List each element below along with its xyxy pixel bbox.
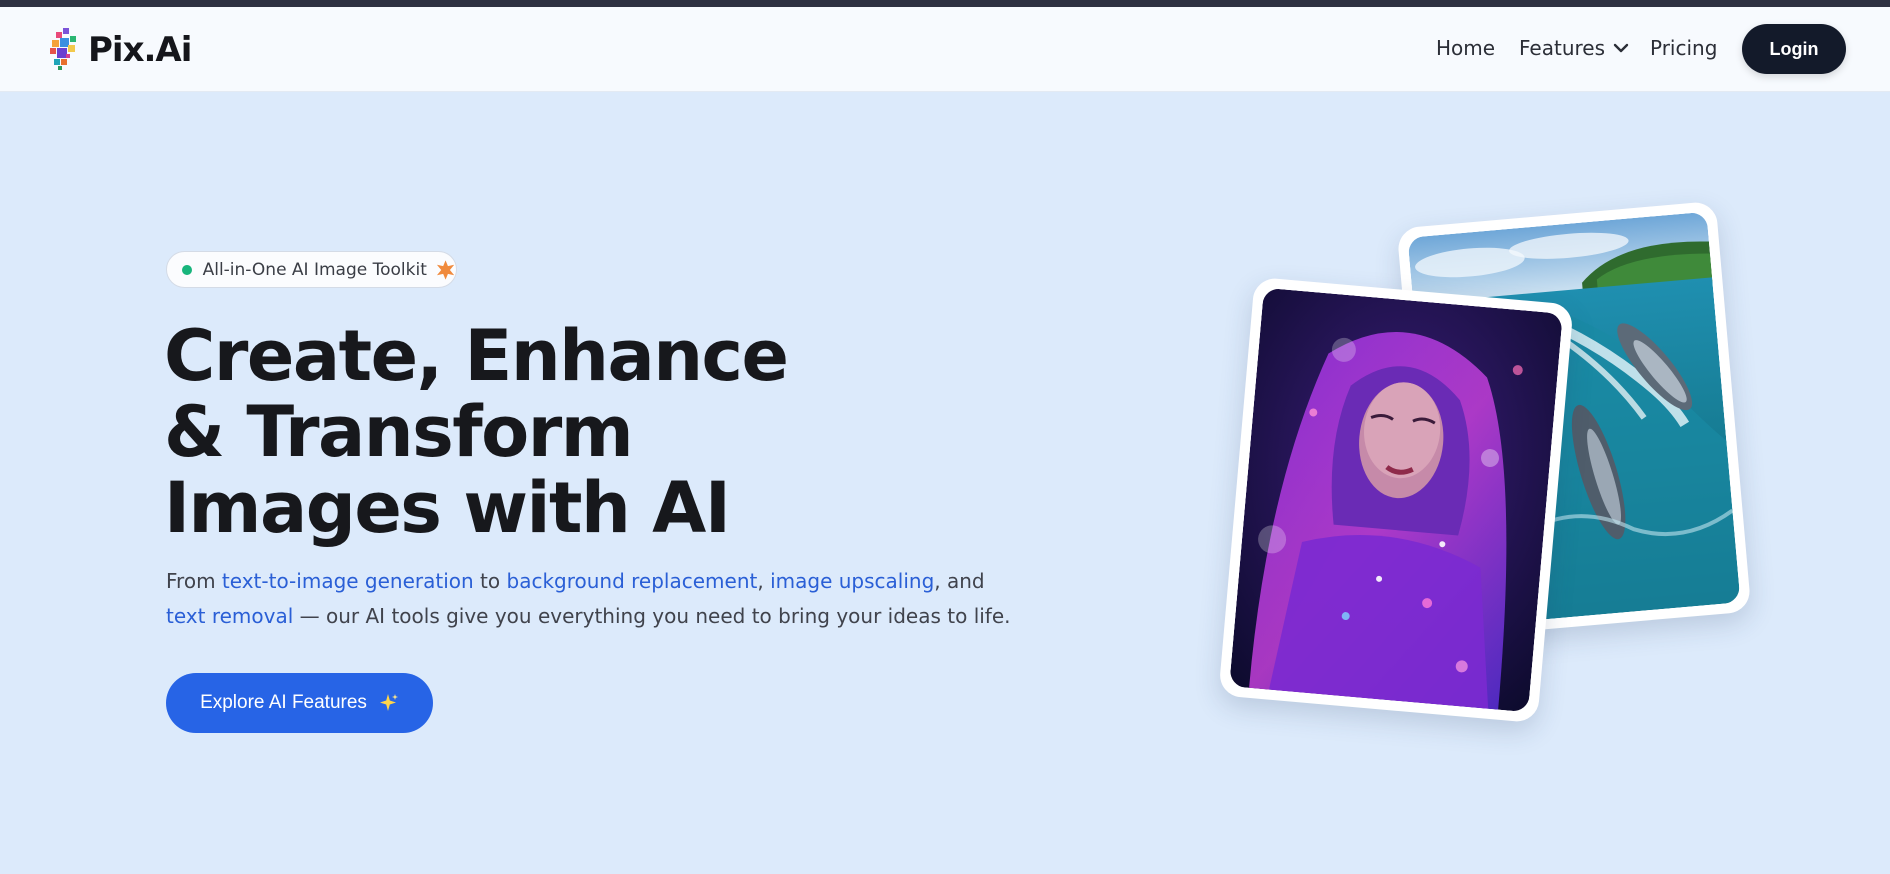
woman-neon-portrait-image	[1229, 287, 1563, 713]
portrait-image-card	[1218, 276, 1574, 724]
image-upscaling-link[interactable]: image upscaling	[770, 569, 934, 593]
nav-pricing-link[interactable]: Pricing	[1650, 36, 1717, 60]
status-dot-icon	[182, 264, 192, 275]
chevron-down-icon	[1613, 43, 1629, 53]
explore-features-button[interactable]: Explore AI Features	[166, 673, 433, 733]
sparkles-icon	[379, 694, 398, 711]
hero-title-line: Create, Enhance	[164, 315, 789, 397]
pixai-logo-icon	[50, 28, 76, 70]
text-removal-link[interactable]: text removal	[166, 604, 293, 628]
desc-text: — our AI tools give you everything you n…	[293, 604, 1011, 628]
navbar: Pix.Ai Home Features Pricing Login	[0, 7, 1890, 92]
window-top-strip	[0, 0, 1890, 7]
nav-home-link[interactable]: Home	[1436, 36, 1495, 60]
nav-features-dropdown[interactable]: Features	[1519, 36, 1631, 60]
desc-text: From	[166, 569, 222, 593]
background-replacement-link[interactable]: background replacement	[507, 569, 758, 593]
nav-features-label: Features	[1519, 36, 1605, 60]
desc-text: to	[473, 569, 507, 593]
starburst-icon	[436, 259, 455, 280]
explore-features-label: Explore AI Features	[200, 692, 367, 713]
hero-title: Create, Enhance & Transform Images with …	[164, 318, 884, 546]
hero-title-line: Images with AI	[164, 467, 731, 549]
text-to-image-link[interactable]: text-to-image generation	[222, 569, 474, 593]
hero-badge: All-in-One AI Image Toolkit	[166, 251, 457, 288]
desc-text: , and	[934, 569, 985, 593]
desc-text: ,	[757, 569, 771, 593]
hero-badge-text: All-in-One AI Image Toolkit	[202, 259, 427, 280]
brand-logo[interactable]: Pix.Ai	[46, 18, 192, 82]
brand-name: Pix.Ai	[88, 30, 192, 70]
login-button[interactable]: Login	[1742, 24, 1846, 74]
hero-description: From text-to-image generation to backgro…	[166, 564, 1026, 634]
hero-title-line: & Transform	[164, 391, 634, 473]
